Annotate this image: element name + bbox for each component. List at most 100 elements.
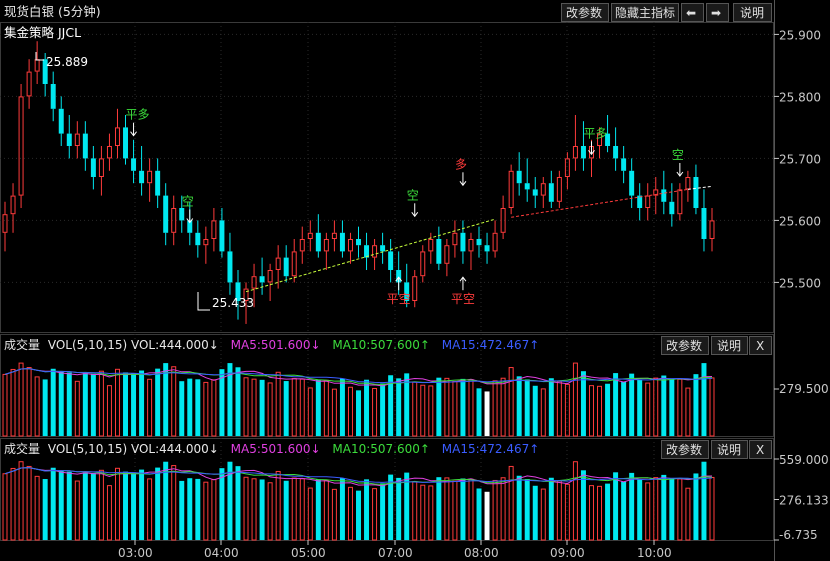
volume-bar bbox=[580, 371, 586, 436]
vol-2-y-tick-label: 276.133 bbox=[779, 493, 829, 507]
volume-bar bbox=[90, 373, 96, 436]
close-icon: X bbox=[756, 443, 764, 457]
volume-bar bbox=[187, 478, 193, 540]
scroll-right-button[interactable]: ➡ bbox=[706, 3, 729, 22]
volume-bar bbox=[356, 390, 361, 436]
volume-bar bbox=[693, 473, 699, 540]
hide-indicator-button[interactable]: 隐藏主指标 bbox=[611, 3, 679, 22]
x-tick-label: 10:00 bbox=[637, 546, 672, 560]
volume-bar bbox=[580, 470, 586, 540]
volume-bar bbox=[605, 483, 611, 540]
signal-label: 多 bbox=[455, 157, 467, 171]
y-tick-label: 25.500 bbox=[779, 276, 821, 290]
x-tick-label: 04:00 bbox=[204, 546, 239, 560]
volume-bar bbox=[82, 373, 88, 436]
vol-2-name: 成交量 bbox=[4, 441, 40, 456]
volume-bar bbox=[179, 480, 185, 540]
vol-2-value: VOL(5,10,15) VOL:444.000↓ bbox=[48, 442, 219, 456]
volume-bar bbox=[139, 370, 145, 436]
volume-bar bbox=[436, 477, 442, 540]
volume-bar bbox=[661, 375, 667, 436]
vol-2-close-button[interactable]: X bbox=[749, 440, 772, 459]
vol-2-ma15: MA15:472.467↑ bbox=[442, 442, 540, 456]
volume-bar bbox=[42, 479, 48, 540]
volume-bar bbox=[460, 478, 466, 540]
volume-bar bbox=[155, 368, 161, 436]
volume-bar bbox=[179, 381, 185, 436]
volume-bar bbox=[516, 376, 522, 436]
volume-bar bbox=[548, 378, 554, 436]
volume-bar bbox=[339, 478, 345, 540]
volume-bar bbox=[259, 379, 265, 436]
vol-1-value: VOL(5,10,15) VOL:444.000↓ bbox=[48, 338, 219, 352]
vol-2-ma5: MA5:501.600↓ bbox=[231, 442, 321, 456]
close-icon: X bbox=[756, 339, 764, 353]
y-tick-label: 25.600 bbox=[779, 214, 821, 228]
x-tick-label: 08:00 bbox=[464, 546, 499, 560]
arrow-right-icon: ➡ bbox=[711, 6, 721, 20]
volume-bar bbox=[524, 379, 530, 436]
y-tick-label: 25.700 bbox=[779, 152, 821, 166]
volume-bar bbox=[476, 388, 482, 436]
volume-bar bbox=[315, 479, 321, 540]
vol-panel-1-header: 成交量 VOL(5,10,15) VOL:444.000↓ MA5:501.60… bbox=[4, 337, 539, 352]
signal-label: 平多 bbox=[583, 126, 607, 140]
vol-2-help-button[interactable]: 说明 bbox=[711, 440, 748, 459]
volume-bar bbox=[235, 367, 241, 436]
x-axis-ticks: 03:00 04:00 05:00 07:00 08:00 09:00 10:00 bbox=[118, 540, 672, 560]
volume-bar bbox=[139, 469, 145, 540]
volume-bar bbox=[50, 467, 56, 540]
price-panel-frame bbox=[0, 22, 774, 333]
vol-1-help-button[interactable]: 说明 bbox=[711, 336, 748, 355]
volume-bar bbox=[66, 471, 72, 540]
x-tick-label: 07:00 bbox=[378, 546, 413, 560]
volume-bar bbox=[436, 377, 442, 436]
volume-bar bbox=[195, 478, 201, 540]
volume-bar bbox=[356, 490, 361, 540]
volume-bar bbox=[396, 378, 402, 436]
vol-1-params-button[interactable]: 改参数 bbox=[661, 336, 709, 355]
volume-bar bbox=[661, 474, 667, 540]
volume-bar bbox=[524, 479, 530, 540]
volume-bar bbox=[58, 471, 64, 540]
signal-label: 平空 bbox=[451, 292, 475, 306]
params-button[interactable]: 改参数 bbox=[561, 3, 609, 22]
volume-bar bbox=[621, 381, 627, 436]
volume-bar bbox=[380, 483, 386, 540]
y-tick-label: 25.800 bbox=[779, 90, 821, 104]
volume-bar bbox=[693, 374, 699, 436]
low-label: 25.433 bbox=[212, 296, 254, 310]
help-button[interactable]: 说明 bbox=[733, 3, 772, 22]
vol-2-params-label: 改参数 bbox=[666, 442, 702, 457]
volume-bar bbox=[315, 379, 321, 436]
signal-label: 空 bbox=[672, 148, 684, 162]
volume-bar bbox=[548, 477, 554, 540]
volume-bar bbox=[259, 479, 265, 540]
volume-bar bbox=[396, 477, 402, 540]
strategy-label: 集金策略 JJCL bbox=[4, 25, 81, 40]
volume-bar bbox=[283, 480, 289, 540]
volume-bar bbox=[123, 372, 129, 436]
vol-2-y-tick-label: 559.000 bbox=[779, 453, 829, 467]
vol-1-help-label: 说明 bbox=[717, 338, 741, 353]
high-label: 25.889 bbox=[46, 55, 88, 69]
vol-1-ma10: MA10:507.600↑ bbox=[332, 338, 430, 352]
x-tick-label: 03:00 bbox=[118, 546, 153, 560]
vol-1-close-button[interactable]: X bbox=[749, 336, 772, 355]
volume-bar bbox=[388, 474, 394, 540]
hide-indicator-label: 隐藏主指标 bbox=[615, 5, 675, 20]
signal-label: 空 bbox=[182, 195, 194, 209]
volume-bar bbox=[532, 485, 538, 540]
help-button-label: 说明 bbox=[740, 5, 764, 20]
volume-bar bbox=[364, 379, 370, 436]
vol-2-params-button[interactable]: 改参数 bbox=[661, 440, 709, 459]
volume-bar bbox=[637, 379, 643, 436]
volume-bar bbox=[131, 373, 137, 436]
vol-1-y-tick-label: 279.500 bbox=[779, 382, 829, 396]
volume-bar bbox=[637, 479, 643, 540]
svg-text:成交量 VOL(5,10,15) VOL:444: 成交量 VOL(5,10,15) VOL:444.000↓ MA5:501.60… bbox=[4, 337, 539, 352]
volume-bar bbox=[484, 491, 490, 540]
scroll-left-button[interactable]: ⬅ bbox=[681, 3, 704, 22]
volume-bar bbox=[701, 461, 707, 540]
vol-2-y-tick-label: -6.735 bbox=[779, 528, 818, 542]
